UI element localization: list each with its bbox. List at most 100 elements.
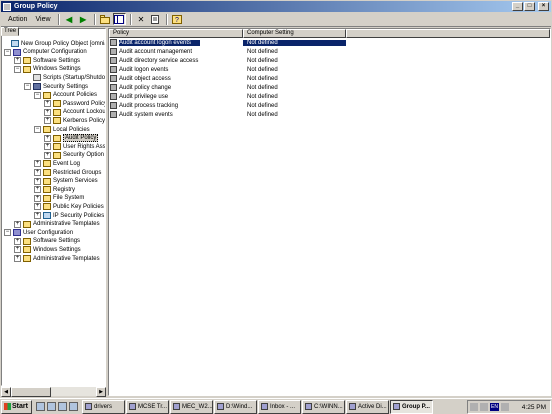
policy-name: Audit account management bbox=[119, 48, 193, 55]
tray-volume-icon[interactable] bbox=[480, 403, 488, 411]
title-bar[interactable]: Group Policy _ □ × bbox=[1, 1, 551, 12]
expand-icon[interactable]: + bbox=[34, 186, 41, 194]
policy-row[interactable]: Audit system events Not defined bbox=[109, 110, 550, 119]
tree-horizontal-scrollbar[interactable]: ◀ ▶ bbox=[1, 386, 106, 397]
taskbar-button[interactable]: Active Di... bbox=[346, 399, 389, 414]
internet-explorer-icon[interactable] bbox=[47, 402, 56, 411]
menu-view[interactable]: View bbox=[31, 16, 54, 23]
expand-icon[interactable]: + bbox=[44, 117, 51, 125]
collapse-icon[interactable]: − bbox=[4, 229, 11, 237]
console-tree-pane[interactable]: New Group Policy Object [omniasig − Comput… bbox=[1, 28, 106, 386]
tree-node-label: New Group Policy Object [omniasig bbox=[21, 40, 106, 47]
clock[interactable]: 4:25 PM bbox=[522, 404, 546, 411]
expand-icon[interactable]: + bbox=[14, 255, 21, 262]
column-header-computer-setting[interactable]: Computer Setting bbox=[243, 29, 346, 38]
tray-network-icon[interactable] bbox=[470, 403, 478, 411]
folder-icon bbox=[43, 177, 51, 185]
gpo-app-icon bbox=[3, 2, 11, 11]
expand-icon[interactable]: + bbox=[44, 143, 51, 151]
policy-row[interactable]: Audit process tracking Not defined bbox=[109, 101, 550, 110]
policy-row[interactable]: Audit object access Not defined bbox=[109, 74, 550, 83]
tree-node-label: Kerberos Policy bbox=[63, 117, 106, 124]
collapse-icon[interactable]: − bbox=[34, 126, 41, 133]
tray-app-icon[interactable] bbox=[501, 403, 509, 411]
taskbar-button[interactable]: D:\Wind... bbox=[214, 399, 257, 414]
policy-row[interactable]: Audit directory service access Not define… bbox=[109, 56, 550, 65]
taskbar-button[interactable]: Inbox - ... bbox=[258, 399, 301, 414]
tree-node-label: Restricted Groups bbox=[53, 169, 102, 176]
language-indicator[interactable]: EN bbox=[490, 403, 499, 411]
expand-icon[interactable]: + bbox=[34, 169, 41, 176]
column-header-policy[interactable]: Policy bbox=[109, 29, 243, 38]
collapse-icon[interactable]: − bbox=[24, 83, 31, 90]
taskbar-button[interactable]: Group P... bbox=[390, 399, 433, 414]
windows-logo-icon bbox=[4, 403, 11, 410]
policy-icon bbox=[110, 39, 117, 46]
policy-row[interactable]: Audit account logon events Not defined bbox=[109, 38, 550, 47]
quick-launch bbox=[36, 402, 78, 411]
taskbar-button[interactable]: C:\WINN... bbox=[302, 399, 345, 414]
show-tree-icon[interactable] bbox=[112, 13, 126, 25]
folder-icon bbox=[43, 203, 51, 211]
tree-node-label: Windows Settings bbox=[33, 246, 81, 253]
scroll-right-icon[interactable]: ▶ bbox=[96, 386, 106, 397]
up-folder-icon[interactable] bbox=[99, 13, 112, 25]
tree-node-label: Software Settings bbox=[33, 57, 81, 64]
start-button[interactable]: Start bbox=[1, 399, 32, 414]
policy-row[interactable]: Audit account management Not defined bbox=[109, 47, 550, 56]
close-button[interactable]: × bbox=[538, 2, 549, 11]
expand-icon[interactable]: + bbox=[34, 212, 41, 219]
scroll-track[interactable] bbox=[51, 387, 96, 397]
expand-icon[interactable]: + bbox=[34, 194, 41, 202]
computer-setting-value: Not defined bbox=[247, 48, 278, 55]
tree-node[interactable]: + Administrative Templates bbox=[14, 254, 100, 263]
folder-icon bbox=[23, 220, 31, 228]
show-desktop-icon[interactable] bbox=[36, 402, 45, 411]
computer-setting-value: Not defined bbox=[247, 57, 278, 64]
expand-icon[interactable]: + bbox=[14, 246, 21, 254]
expand-icon[interactable]: + bbox=[34, 177, 41, 185]
expand-icon[interactable]: + bbox=[34, 203, 41, 211]
expand-icon[interactable]: + bbox=[14, 220, 21, 228]
details-pane[interactable]: Policy Computer Setting Audit account lo… bbox=[108, 28, 551, 396]
expand-icon[interactable]: + bbox=[44, 151, 51, 159]
back-icon[interactable]: ◀ bbox=[63, 13, 76, 25]
computer-setting-value: Not defined bbox=[247, 75, 278, 82]
minimize-button[interactable]: _ bbox=[512, 2, 523, 11]
collapse-icon[interactable]: − bbox=[14, 65, 21, 73]
maximize-button[interactable]: □ bbox=[524, 2, 535, 11]
policy-icon bbox=[110, 111, 117, 118]
taskbar-button[interactable]: drivers bbox=[82, 399, 125, 414]
collapse-icon[interactable]: − bbox=[4, 48, 11, 56]
policy-cell: Audit system events bbox=[109, 111, 243, 118]
quick-launch-icon[interactable] bbox=[69, 402, 78, 411]
tab-tree[interactable]: Tree bbox=[1, 27, 19, 36]
tree-node-label: Registry bbox=[53, 186, 76, 193]
task-app-icon bbox=[173, 403, 180, 410]
properties-icon[interactable] bbox=[149, 13, 162, 25]
expand-icon[interactable]: + bbox=[14, 237, 21, 245]
help-icon[interactable]: ? bbox=[171, 13, 184, 25]
forward-icon[interactable]: ▶ bbox=[77, 13, 90, 25]
menu-action[interactable]: Action bbox=[4, 16, 31, 23]
taskbar-button[interactable]: MCSE Tr... bbox=[126, 399, 169, 414]
folder-icon bbox=[53, 143, 61, 151]
expand-icon[interactable]: + bbox=[34, 160, 41, 168]
expand-icon[interactable]: + bbox=[44, 108, 51, 116]
taskbar-button[interactable]: MEC_W2... bbox=[170, 399, 213, 414]
policy-row[interactable]: Audit policy change Not defined bbox=[109, 83, 550, 92]
policy-row[interactable]: Audit logon events Not defined bbox=[109, 65, 550, 74]
outlook-icon[interactable] bbox=[58, 402, 67, 411]
start-label: Start bbox=[12, 403, 28, 410]
collapse-icon[interactable]: − bbox=[34, 91, 41, 99]
folder-icon bbox=[23, 255, 31, 262]
delete-icon[interactable]: ✕ bbox=[135, 13, 148, 25]
expand-icon[interactable]: + bbox=[44, 134, 51, 142]
policy-cell: Audit directory service access bbox=[109, 57, 243, 64]
scroll-left-icon[interactable]: ◀ bbox=[1, 386, 11, 397]
expand-icon[interactable]: + bbox=[44, 100, 51, 108]
scroll-thumb[interactable] bbox=[11, 386, 51, 397]
expand-icon[interactable]: + bbox=[14, 57, 21, 65]
task-app-icon bbox=[261, 403, 268, 410]
policy-row[interactable]: Audit privilege use Not defined bbox=[109, 92, 550, 101]
